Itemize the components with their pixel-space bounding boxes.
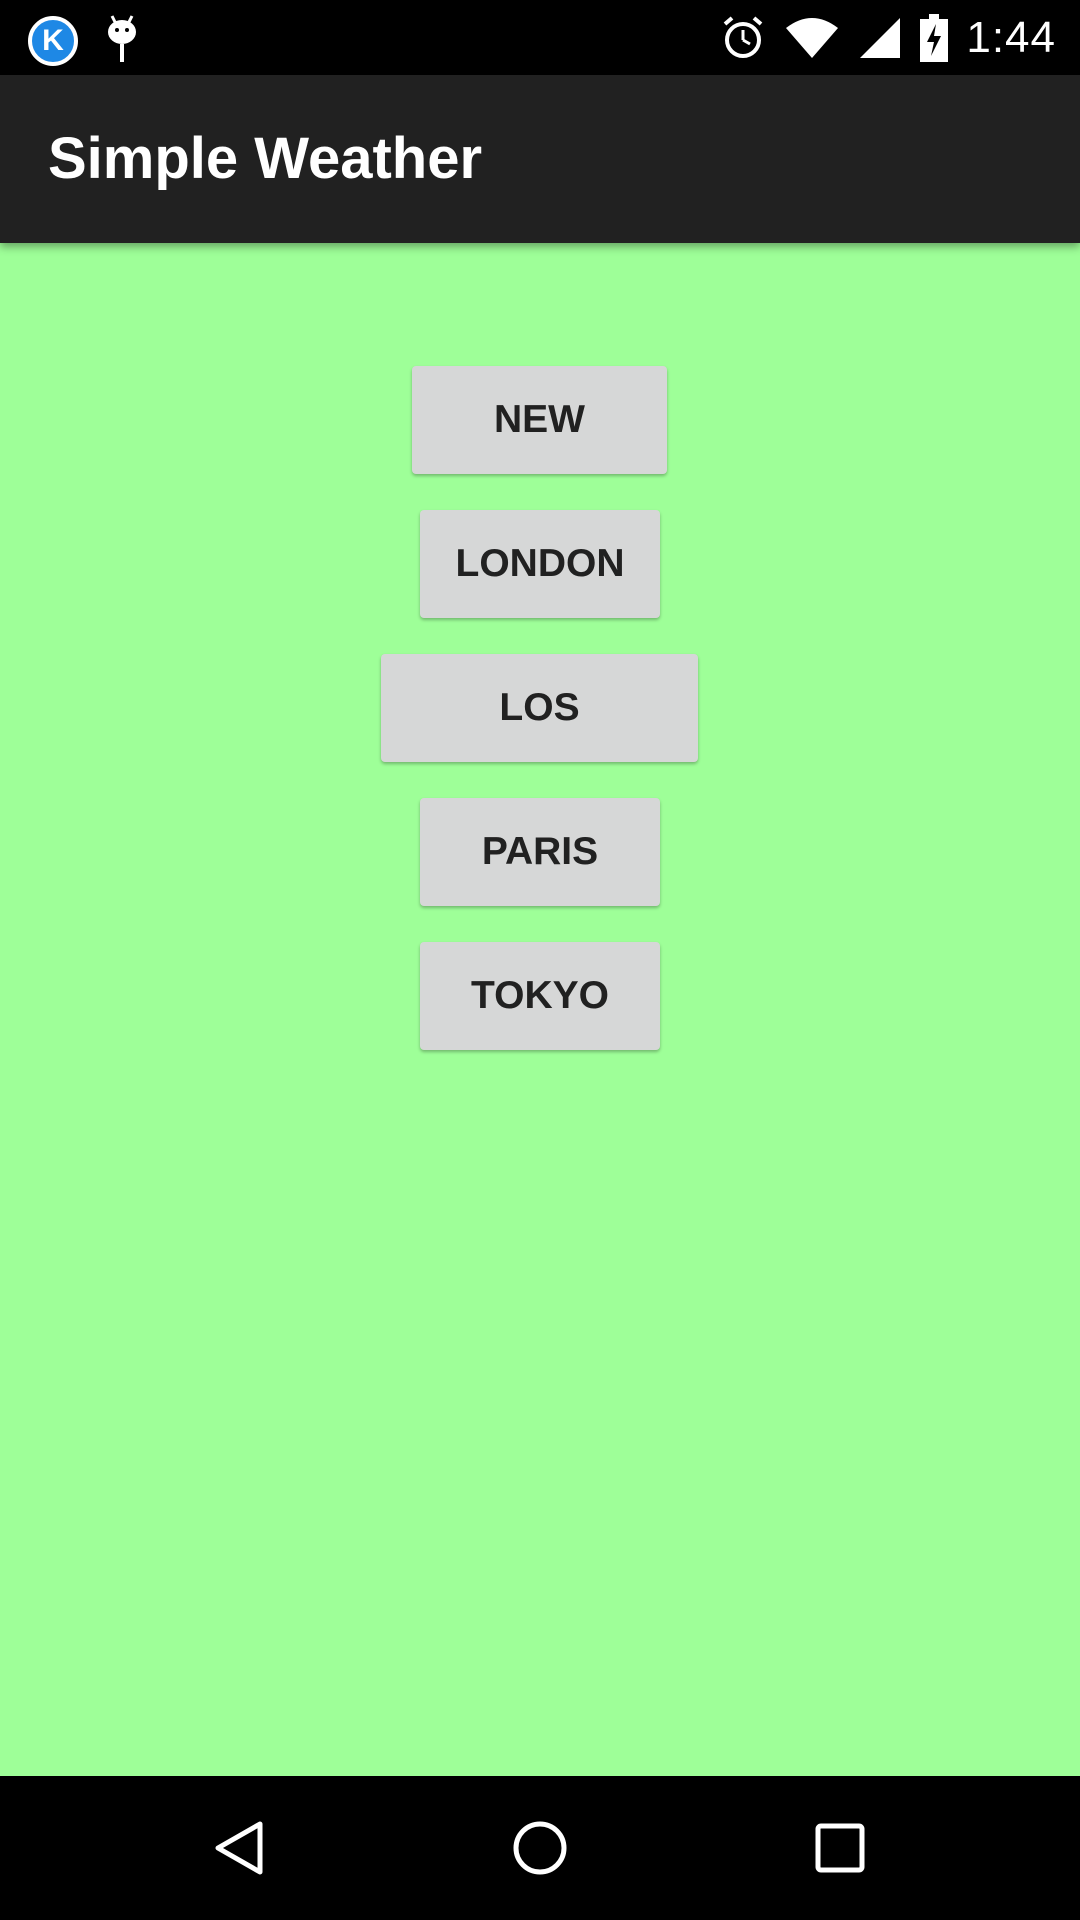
battery-charging-icon [920,14,949,62]
home-icon[interactable] [510,1818,570,1878]
signal-icon [858,16,902,60]
new-york-button[interactable]: NEW YORK [412,366,667,549]
navigation-bar [0,1776,1080,1920]
alarm-icon [720,15,766,61]
status-bar-left: K [28,12,142,69]
status-bar-right: 1:44 [720,10,1056,66]
london-button[interactable]: LONDON [420,510,660,618]
screen: K 1:44 Simple Weather NEW LONDON LOS PAR… [0,0,1080,1920]
recent-apps-icon[interactable] [810,1818,870,1878]
app-title: Simple Weather [48,126,483,191]
city-list: NEW YORK LONDON LOS ANGELES PARIS TOKYO [0,243,1080,1776]
app-bar: Simple Weather [0,75,1080,243]
bug-icon-svg [108,15,136,62]
status-bar: K 1:44 [0,0,1080,75]
status-time: 1:44 [966,13,1056,62]
tokyo-button[interactable]: TOKYO [420,942,660,1050]
bug-notification-icon [102,12,142,69]
notification-letter: K [42,23,64,57]
wifi-icon [784,16,840,60]
back-icon[interactable] [210,1818,270,1878]
k-app-notification-icon: K [28,15,78,66]
los-angeles-button[interactable]: LOS ANGELES [381,654,698,837]
paris-button[interactable]: PARIS [420,798,660,906]
